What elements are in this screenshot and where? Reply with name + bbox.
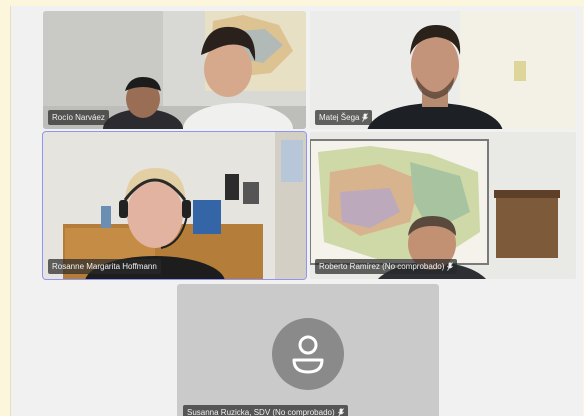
participant-name-tag: Roberto Ramírez (No comprobado) <box>315 259 458 274</box>
participant-name: Rosanne Margarita Hoffmann <box>52 262 157 271</box>
person-avatar-icon <box>292 335 324 374</box>
participant-avatar <box>272 318 344 390</box>
participant-name: Rocío Narváez <box>52 113 105 122</box>
participant-name-tag: Matej Šega <box>315 110 373 125</box>
participant-name-tag: Rosanne Margarita Hoffmann <box>48 259 161 274</box>
mic-off-icon <box>362 113 369 122</box>
participant-tile-1[interactable]: Rocío Narváez <box>43 11 306 129</box>
participant-name-tag: Susanna Ruzicka, SDV (No comprobado) <box>183 405 348 416</box>
mic-off-icon <box>447 262 454 271</box>
video-feed-4 <box>310 132 576 279</box>
participant-tile-3[interactable]: Rosanne Margarita Hoffmann <box>42 131 307 280</box>
participant-tile-2[interactable]: Matej Šega <box>310 11 576 129</box>
participant-name: Matej Šega <box>319 113 360 122</box>
video-feed-3 <box>43 132 306 279</box>
participant-tile-4[interactable]: Roberto Ramírez (No comprobado) <box>310 132 576 279</box>
participant-name: Susanna Ruzicka, SDV (No comprobado) <box>187 408 335 416</box>
participant-tile-5[interactable]: Susanna Ruzicka, SDV (No comprobado) <box>177 284 439 416</box>
video-grid: Rocío Narváez Matej Šega Rosanne Margari… <box>10 6 583 416</box>
participant-name: Roberto Ramírez (No comprobado) <box>319 262 445 271</box>
mic-off-icon <box>337 408 344 416</box>
participant-name-tag: Rocío Narváez <box>48 110 109 125</box>
